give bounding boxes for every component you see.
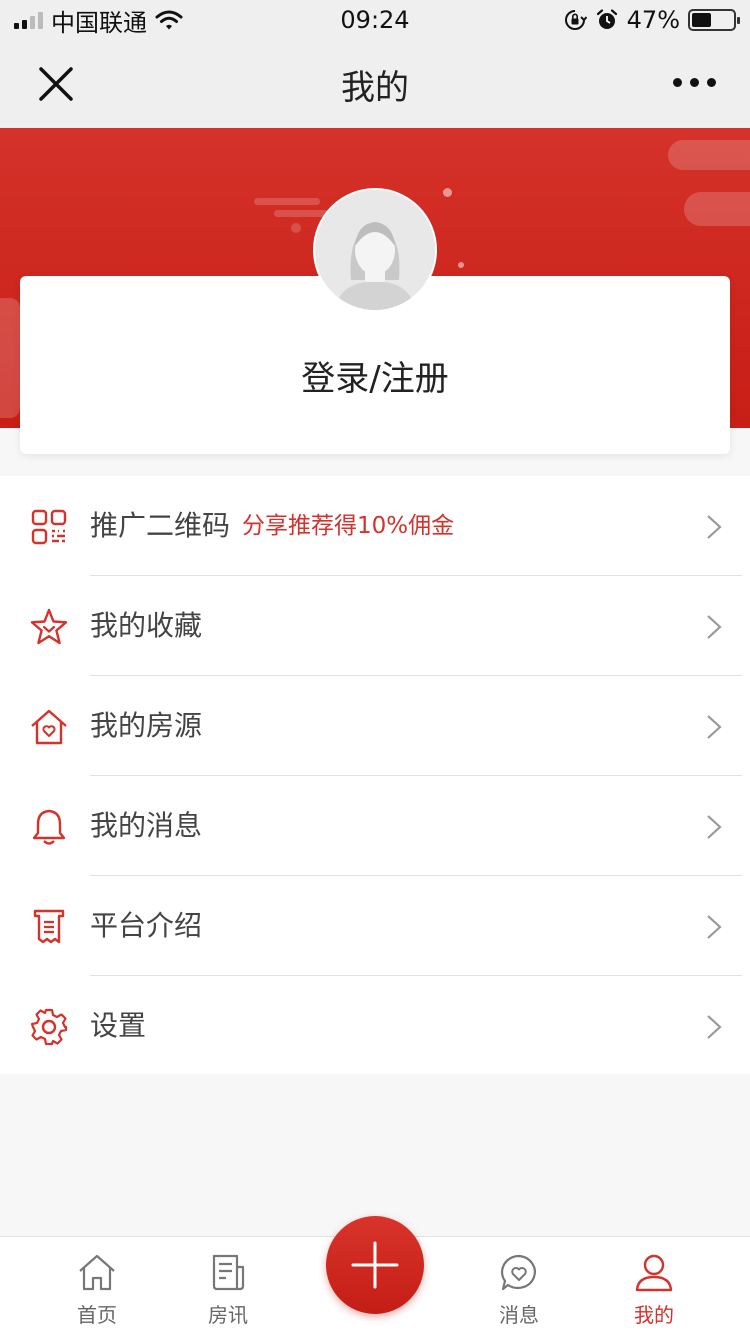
decor-cloud [254, 198, 320, 205]
gear-icon [30, 1008, 68, 1046]
menu-label: 设置 [90, 1009, 147, 1042]
login-register-link[interactable]: 登录/注册 [301, 351, 448, 400]
chevron-right-icon [707, 1015, 722, 1039]
menu-label: 平台介绍 [90, 909, 203, 942]
chevron-right-icon [707, 815, 722, 839]
promo-text: 分享推荐得10%佣金 [242, 513, 455, 539]
decor-shape [0, 298, 20, 418]
nav-bar: 我的 [0, 40, 750, 128]
decor-cloud [274, 210, 328, 217]
signal-icon [14, 11, 43, 29]
chevron-right-icon [707, 515, 722, 539]
menu-label: 我的消息 [90, 809, 203, 842]
menu-label: 我的收藏 [90, 609, 203, 642]
tab-news[interactable]: 房讯 [168, 1237, 288, 1334]
decor-shape [668, 140, 750, 170]
chevron-right-icon [707, 915, 722, 939]
chevron-right-icon [707, 715, 722, 739]
qrcode-icon [31, 509, 67, 545]
bell-icon [32, 809, 66, 845]
wifi-icon [155, 10, 183, 30]
more-icon[interactable] [673, 78, 716, 87]
avatar[interactable] [313, 188, 437, 312]
battery-icon [688, 9, 740, 31]
close-icon[interactable] [36, 64, 76, 104]
user-icon [635, 1254, 673, 1292]
decor-dot [458, 262, 464, 268]
add-button[interactable] [326, 1216, 424, 1314]
status-bar: 中国联通 09:24 47% [0, 0, 750, 40]
chat-heart-icon [500, 1254, 536, 1291]
menu-item-messages[interactable]: 我的消息 [0, 776, 750, 876]
menu-label: 我的房源 [90, 709, 203, 742]
rotation-lock-icon [564, 10, 587, 30]
carrier-name: 中国联通 [51, 8, 147, 37]
star-icon [30, 608, 68, 645]
tab-label: 我的 [634, 1303, 674, 1327]
decor-dot [291, 223, 301, 233]
decor-dot [443, 188, 452, 197]
menu-item-platform-intro[interactable]: 平台介绍 [0, 876, 750, 976]
tab-label: 首页 [77, 1303, 117, 1327]
chevron-right-icon [707, 615, 722, 639]
tab-home[interactable]: 首页 [37, 1237, 157, 1334]
menu-item-settings[interactable]: 设置 [0, 976, 750, 1076]
page-title: 我的 [341, 67, 409, 108]
scroll-icon [33, 909, 65, 944]
house-heart-icon [31, 709, 67, 745]
alarm-icon [596, 9, 617, 29]
news-icon [212, 1254, 245, 1291]
menu-item-qrcode[interactable]: 推广二维码 分享推荐得10%佣金 [0, 476, 750, 576]
tab-mine[interactable]: 我的 [594, 1237, 714, 1334]
tab-label: 消息 [499, 1303, 539, 1327]
menu-item-favorites[interactable]: 我的收藏 [0, 576, 750, 676]
menu-item-my-listings[interactable]: 我的房源 [0, 676, 750, 776]
home-icon [79, 1254, 115, 1291]
decor-shape [684, 192, 750, 226]
menu-label: 推广二维码 [90, 509, 231, 542]
tab-label: 房讯 [208, 1303, 248, 1327]
status-time: 09:24 [340, 6, 410, 34]
plus-icon [351, 1241, 399, 1289]
tab-messages[interactable]: 消息 [459, 1237, 579, 1334]
battery-percent: 47% [626, 6, 680, 34]
avatar-placeholder-icon [315, 190, 435, 310]
menu-list: 推广二维码 分享推荐得10%佣金 我的收藏 我的房源 我的消息 平台介绍 设置 [0, 476, 750, 1074]
